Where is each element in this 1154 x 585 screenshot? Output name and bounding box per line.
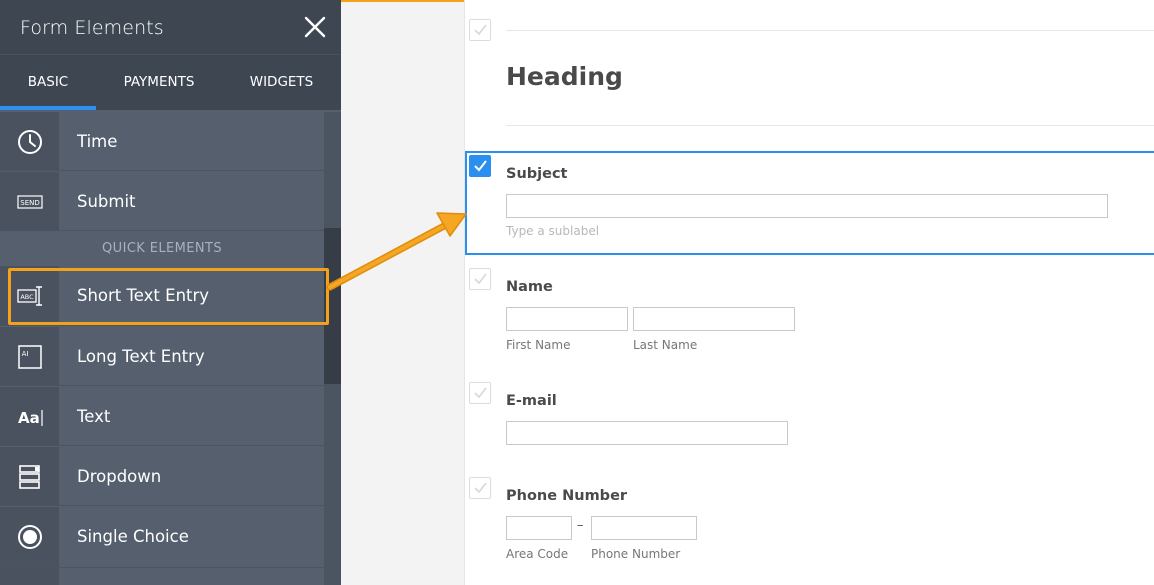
annotation-arrow	[326, 212, 467, 291]
